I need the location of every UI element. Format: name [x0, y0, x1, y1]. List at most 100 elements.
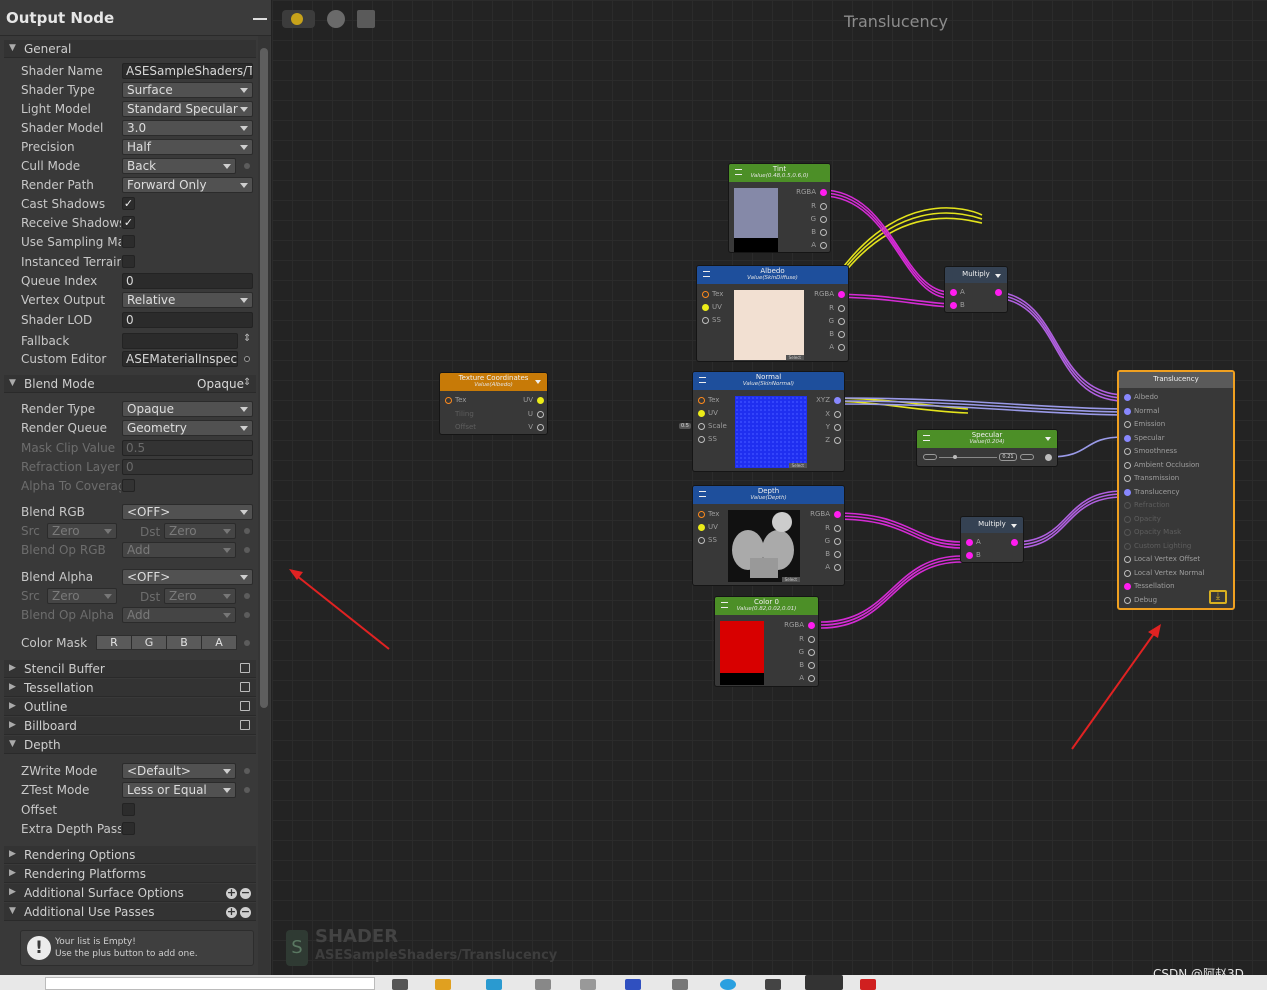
node-texture-coordinates[interactable]: Texture Coordinates Value(Albedo) Tex Til…: [439, 372, 548, 435]
node-canvas[interactable]: Translucency Tint Value(0.48,0.5,0.6,0) …: [272, 0, 1267, 975]
refraction-layer-field[interactable]: 0: [122, 459, 253, 475]
taskbar-search[interactable]: [45, 977, 375, 990]
node-header[interactable]: Color 0 Value(0.82,0.02,0.01): [715, 597, 818, 615]
slider-max[interactable]: [1020, 454, 1034, 460]
depth-texture-preview[interactable]: Select: [728, 510, 800, 582]
output-port[interactable]: [1011, 539, 1018, 546]
output-port[interactable]: [537, 397, 544, 404]
scrollbar-thumb[interactable]: [260, 48, 268, 708]
output-port[interactable]: [995, 289, 1002, 296]
zwrite-dropdown[interactable]: <Default>: [122, 763, 236, 779]
input-port[interactable]: [702, 304, 709, 311]
color0-swatch[interactable]: [720, 621, 764, 685]
plus-icon[interactable]: +: [226, 906, 237, 918]
blend-mode-value[interactable]: Opaque: [197, 377, 244, 391]
input-port[interactable]: [702, 317, 709, 324]
output-port[interactable]: [838, 291, 845, 298]
mask-clip-field[interactable]: 0.5: [122, 440, 253, 456]
output-input-port[interactable]: [1124, 434, 1131, 442]
input-port[interactable]: [698, 397, 705, 404]
node-header[interactable]: Multiply: [961, 517, 1023, 533]
app-icon[interactable]: [625, 979, 641, 990]
app-icon[interactable]: [486, 979, 502, 990]
input-port[interactable]: [950, 289, 957, 296]
chevron-down-icon[interactable]: [535, 380, 541, 384]
dst-alpha-dropdown[interactable]: Zero: [164, 588, 236, 604]
select-button[interactable]: Select: [788, 463, 807, 468]
output-input-port[interactable]: [1124, 569, 1131, 577]
property-dot-icon[interactable]: [244, 163, 250, 169]
section-additional-surface[interactable]: ▶ Additional Surface Options + −: [4, 884, 256, 902]
output-input-port[interactable]: [1124, 448, 1131, 455]
output-port[interactable]: [838, 318, 845, 325]
shader-type-dropdown[interactable]: Surface: [122, 82, 253, 98]
node-header[interactable]: Albedo Value(SkinDiffuse): [697, 266, 848, 284]
output-input-port[interactable]: [1124, 596, 1131, 604]
node-header[interactable]: Normal Value(SkinNormal): [693, 372, 844, 390]
minus-icon[interactable]: −: [240, 906, 251, 918]
node-albedo[interactable]: Albedo Value(SkinDiffuse) Tex UV SS Selec…: [696, 265, 849, 362]
node-color0[interactable]: Color 0 Value(0.82,0.02,0.01) RGBA R G B …: [714, 596, 819, 687]
node-header[interactable]: Tint Value(0.48,0.5,0.6,0): [729, 164, 830, 182]
render-type-dropdown[interactable]: Opaque: [122, 401, 253, 417]
receive-shadows-checkbox[interactable]: ✓: [122, 216, 135, 229]
stepper-icon[interactable]: ⇕: [243, 377, 251, 388]
output-input-port[interactable]: [1124, 529, 1131, 536]
output-port[interactable]: [808, 649, 815, 656]
blend-op-alpha-dropdown[interactable]: Add: [122, 607, 236, 623]
toggle-checkbox[interactable]: [240, 663, 250, 673]
color-mask-a[interactable]: A: [201, 635, 237, 650]
input-port[interactable]: [950, 302, 957, 309]
chevron-down-icon[interactable]: [1045, 437, 1051, 441]
output-port[interactable]: [834, 411, 841, 418]
app-icon[interactable]: [392, 979, 408, 990]
app-icon[interactable]: [535, 979, 551, 990]
normal-texture-preview[interactable]: Select: [735, 396, 807, 468]
select-button[interactable]: Select: [785, 355, 804, 360]
light-model-dropdown[interactable]: Standard Specular: [122, 101, 253, 117]
vertex-output-dropdown[interactable]: Relative: [122, 292, 253, 308]
dst-rgb-dropdown[interactable]: Zero: [164, 523, 236, 539]
input-port[interactable]: [698, 537, 705, 544]
toggle-checkbox[interactable]: [240, 682, 250, 692]
plus-icon[interactable]: +: [226, 887, 237, 899]
stepper-icon[interactable]: ⇕: [243, 333, 251, 344]
output-input-port[interactable]: [1124, 542, 1131, 550]
output-input-port[interactable]: [1124, 407, 1131, 415]
output-port[interactable]: [820, 242, 827, 249]
node-header[interactable]: Texture Coordinates Value(Albedo): [440, 373, 547, 391]
color-mask-g[interactable]: G: [131, 635, 167, 650]
extra-depth-checkbox[interactable]: [122, 822, 135, 835]
output-port[interactable]: [834, 564, 841, 571]
folder-icon[interactable]: [435, 979, 451, 990]
output-port[interactable]: [537, 411, 544, 418]
node-header[interactable]: Translucency: [1119, 372, 1233, 388]
property-dot-icon[interactable]: [244, 528, 250, 534]
node-header[interactable]: Specular Value(0.204): [917, 430, 1057, 448]
section-depth[interactable]: ▼ Depth: [4, 736, 256, 754]
blend-op-rgb-dropdown[interactable]: Add: [122, 542, 236, 558]
output-port[interactable]: [834, 397, 841, 404]
property-dot-icon[interactable]: [244, 640, 250, 646]
output-port[interactable]: [834, 424, 841, 431]
output-input-port[interactable]: [1124, 556, 1131, 563]
save-icon[interactable]: ⤓: [1209, 590, 1227, 604]
section-outline[interactable]: ▶ Outline: [4, 698, 256, 716]
slider-handle[interactable]: [953, 455, 957, 459]
input-port[interactable]: [445, 397, 452, 404]
browser-icon[interactable]: [720, 979, 736, 990]
property-dot-icon[interactable]: [244, 547, 250, 553]
unity-active-icon[interactable]: [805, 975, 843, 990]
output-port[interactable]: [808, 622, 815, 629]
app-icon[interactable]: [765, 979, 781, 990]
node-specular[interactable]: Specular Value(0.204) 0.21: [916, 429, 1058, 467]
output-port[interactable]: [834, 437, 841, 444]
shader-name-field[interactable]: ASESampleShaders/Tra: [122, 63, 253, 79]
property-dot-icon[interactable]: [244, 593, 250, 599]
output-port[interactable]: [808, 636, 815, 643]
output-port[interactable]: [820, 229, 827, 236]
node-header[interactable]: Multiply: [945, 267, 1007, 283]
section-stencil[interactable]: ▶ Stencil Buffer: [4, 660, 256, 678]
output-port[interactable]: [820, 216, 827, 223]
output-port[interactable]: [834, 538, 841, 545]
